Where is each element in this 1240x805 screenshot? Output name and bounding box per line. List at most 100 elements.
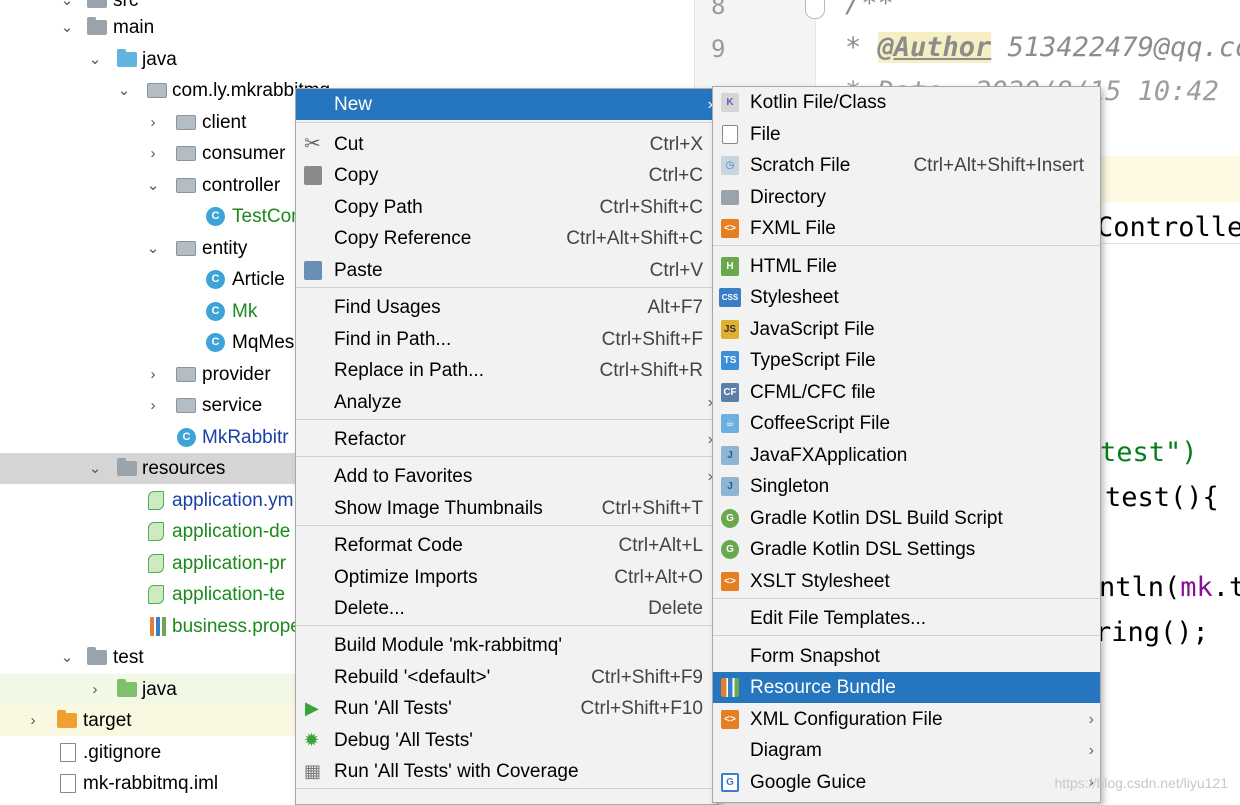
java-class-icon: J — [721, 477, 739, 496]
menu-item-shortcut: Ctrl+X — [649, 134, 703, 155]
chevron-down-icon[interactable]: ⌄ — [144, 233, 162, 264]
menu-item-label: Show Image Thumbnails — [334, 498, 543, 519]
menu-item-add-to-favorites[interactable]: Add to Favorites › — [296, 461, 717, 492]
menu-item-label: Gradle Kotlin DSL Settings — [750, 539, 976, 560]
submenu-item-gradle-settings[interactable]: G Gradle Kotlin DSL Settings — [713, 534, 1100, 565]
submenu-item-resource-bundle[interactable]: Resource Bundle — [713, 672, 1100, 703]
menu-item-label: Find Usages — [334, 297, 441, 318]
menu-item-label: Analyze — [334, 392, 402, 413]
submenu-item-typescript[interactable]: TS TypeScript File — [713, 345, 1100, 376]
submenu-item-cfml[interactable]: CF CFML/CFC file — [713, 377, 1100, 408]
tree-item-label: main — [113, 17, 155, 38]
menu-item-delete[interactable]: Delete... Delete — [296, 593, 717, 624]
tree-item-label: resources — [142, 458, 226, 479]
submenu-item-coffeescript[interactable]: ☕ CoffeeScript File — [713, 408, 1100, 439]
menu-item-shortcut: Ctrl+Shift+T — [601, 498, 703, 519]
submenu-item-kotlin[interactable]: K Kotlin File/Class — [713, 87, 1100, 118]
menu-item-shortcut: Ctrl+Shift+C — [599, 197, 703, 218]
menu-item-label: Reformat Code — [334, 535, 463, 556]
menu-item-label: CFML/CFC file — [750, 382, 876, 403]
menu-item-label: Diagram — [750, 740, 822, 761]
submenu-arrow-icon: › — [1088, 711, 1094, 728]
gradle-icon: G — [721, 509, 739, 528]
menu-item-refactor[interactable]: Refactor › — [296, 424, 717, 455]
tree-item-label: application-te — [172, 584, 286, 605]
tree-item-label: Mk — [232, 301, 258, 322]
code-tostring: ring(); — [1095, 617, 1209, 648]
submenu-item-edit-templates[interactable]: Edit File Templates... — [713, 603, 1100, 634]
folder-icon — [87, 17, 107, 35]
menu-item-rebuild[interactable]: Rebuild '<default>' Ctrl+Shift+F9 — [296, 662, 717, 693]
menu-item-new[interactable]: New › — [296, 89, 717, 120]
chevron-down-icon[interactable]: ⌄ — [86, 44, 104, 75]
chevron-right-icon[interactable]: › — [144, 107, 162, 138]
submenu-item-scratch-file[interactable]: ◷ Scratch File Ctrl+Alt+Shift+Insert — [713, 150, 1100, 181]
chevron-down-icon[interactable]: ⌄ — [144, 170, 162, 201]
chevron-right-icon[interactable]: › — [144, 138, 162, 169]
submenu-item-gradle-build[interactable]: G Gradle Kotlin DSL Build Script — [713, 503, 1100, 534]
js-file-icon: JS — [721, 320, 739, 339]
menu-item-analyze[interactable]: Analyze › — [296, 387, 717, 418]
menu-item-find-in-path[interactable]: Find in Path... Ctrl+Shift+F — [296, 324, 717, 355]
menu-item-debug-all-tests[interactable]: ✹ Debug 'All Tests' — [296, 725, 717, 756]
submenu-item-diagram[interactable]: Diagram › — [713, 735, 1100, 766]
chevron-right-icon[interactable]: › — [144, 390, 162, 421]
class-icon: C — [206, 302, 225, 321]
menu-item-shortcut: Ctrl+Shift+F — [601, 329, 703, 350]
debug-bug-icon: ✹ — [304, 730, 320, 750]
chevron-down-icon[interactable]: ⌄ — [58, 12, 76, 43]
tree-item-label: consumer — [202, 143, 286, 164]
menu-item-optimize-imports[interactable]: Optimize Imports Ctrl+Alt+O — [296, 562, 717, 593]
menu-item-label: Debug 'All Tests' — [334, 730, 473, 751]
menu-item-copy[interactable]: Copy Ctrl+C — [296, 160, 717, 191]
chevron-down-icon[interactable]: ⌄ — [58, 642, 76, 673]
menu-item-build-module[interactable]: Build Module 'mk-rabbitmq' — [296, 630, 717, 661]
chevron-right-icon[interactable]: › — [24, 705, 42, 736]
menu-item-run-all-tests[interactable]: ▶ Run 'All Tests' Ctrl+Shift+F10 — [296, 693, 717, 724]
menu-item-run-with-coverage[interactable]: ▦ Run 'All Tests' with Coverage — [296, 756, 717, 787]
menu-item-label: Optimize Imports — [334, 567, 478, 588]
menu-item-shortcut: Ctrl+C — [648, 165, 703, 186]
submenu-item-fxml[interactable]: <> FXML File — [713, 213, 1100, 244]
tree-item-label: application.ym — [172, 490, 294, 511]
paste-icon — [304, 261, 322, 280]
code-line-9: * @Author 513422479@qq.com — [845, 32, 1240, 63]
menu-item-copy-path[interactable]: Copy Path Ctrl+Shift+C — [296, 192, 717, 223]
tree-item-label: Article — [232, 269, 285, 290]
tree-item-main[interactable]: ⌄ main — [0, 12, 700, 43]
menu-item-label: Kotlin File/Class — [750, 92, 887, 113]
submenu-item-javafx[interactable]: J JavaFXApplication — [713, 440, 1100, 471]
menu-item-show-image-thumbnails[interactable]: Show Image Thumbnails Ctrl+Shift+T — [296, 493, 717, 524]
println-field: mk — [1180, 572, 1213, 603]
menu-item-reformat-code[interactable]: Reformat Code Ctrl+Alt+L — [296, 530, 717, 561]
menu-item-copy-reference[interactable]: Copy Reference Ctrl+Alt+Shift+C — [296, 223, 717, 254]
submenu-item-javascript[interactable]: JS JavaScript File — [713, 314, 1100, 345]
menu-item-paste[interactable]: Paste Ctrl+V — [296, 255, 717, 286]
submenu-item-xml-config[interactable]: <> XML Configuration File › — [713, 704, 1100, 735]
menu-item-shortcut: Ctrl+Alt+L — [618, 535, 703, 556]
chevron-down-icon[interactable]: ⌄ — [86, 453, 104, 484]
tree-item-java[interactable]: ⌄ java — [0, 44, 700, 75]
submenu-item-stylesheet[interactable]: CSS Stylesheet — [713, 282, 1100, 313]
scissors-icon: ✂ — [304, 133, 321, 155]
menu-item-label: HTML File — [750, 256, 837, 277]
menu-item-cut[interactable]: ✂ Cut Ctrl+X — [296, 129, 717, 160]
menu-item-replace-in-path[interactable]: Replace in Path... Ctrl+Shift+R — [296, 355, 717, 386]
menu-item-shortcut: Ctrl+Alt+O — [614, 567, 703, 588]
submenu-item-html[interactable]: H HTML File — [713, 251, 1100, 282]
chevron-right-icon[interactable]: › — [144, 359, 162, 390]
menu-item-label: Delete... — [334, 598, 405, 619]
fold-marker-icon[interactable] — [805, 0, 825, 19]
submenu-item-form-snapshot[interactable]: Form Snapshot — [713, 641, 1100, 672]
submenu-item-singleton[interactable]: J Singleton — [713, 471, 1100, 502]
chevron-down-icon[interactable]: ⌄ — [115, 75, 133, 106]
submenu-item-file[interactable]: File — [713, 119, 1100, 150]
chevron-right-icon[interactable]: › — [86, 674, 104, 705]
submenu-item-directory[interactable]: Directory — [713, 182, 1100, 213]
submenu-item-xslt[interactable]: <> XSLT Stylesheet — [713, 566, 1100, 597]
code-test-mapping: test") — [1100, 437, 1198, 468]
menu-item-find-usages[interactable]: Find Usages Alt+F7 — [296, 292, 717, 323]
run-icon: ▶ — [305, 698, 319, 718]
menu-item-label: TypeScript File — [750, 350, 876, 371]
submenu-item-google-guice[interactable]: G Google Guice › — [713, 767, 1100, 798]
